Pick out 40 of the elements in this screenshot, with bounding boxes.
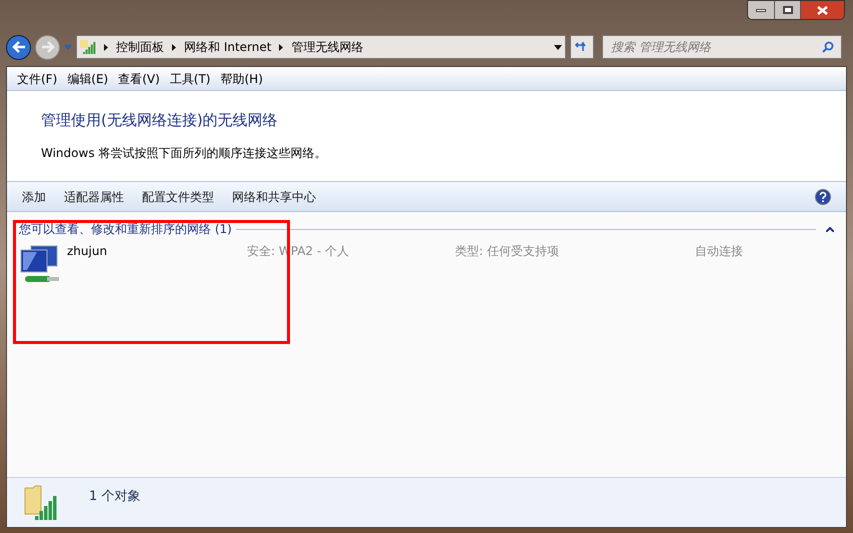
signal-bars-icon — [80, 40, 96, 54]
close-button[interactable] — [800, 1, 844, 19]
menu-item[interactable]: 查看(V) — [118, 70, 160, 88]
page-subtitle: Windows 将尝试按照下面所列的顺序连接这些网络。 — [41, 144, 328, 162]
page-title: 管理使用(无线网络连接)的无线网络 — [41, 110, 279, 131]
connection-mode: 自动连接 — [695, 243, 743, 260]
menu-item[interactable]: 工具(T) — [170, 70, 210, 88]
address-bar[interactable]: 控制面板 网络和 Internet 管理无线网络 — [76, 35, 566, 59]
toolbar-button[interactable]: 适配器属性 — [64, 188, 124, 206]
network-name[interactable]: zhujun — [67, 242, 247, 286]
breadcrumb-arrow-icon — [172, 44, 176, 50]
forward-button[interactable] — [35, 34, 60, 60]
status-text: 1 个对象 — [89, 488, 140, 506]
toolbar-button[interactable]: 网络和共享中心 — [232, 188, 316, 206]
folder-signal-icon — [23, 484, 59, 522]
breadcrumb-item[interactable]: 控制面板 — [116, 38, 164, 56]
menu-item[interactable]: 帮助(H) — [220, 70, 263, 88]
help-icon[interactable] — [815, 188, 831, 204]
maximize-button[interactable] — [774, 1, 800, 19]
back-arrow-icon — [12, 41, 26, 53]
forward-arrow-icon — [40, 41, 54, 53]
type-label: 类型: 任何受支持项 — [455, 243, 560, 260]
breadcrumb-item[interactable]: 管理无线网络 — [291, 38, 364, 56]
minimize-button[interactable] — [748, 1, 774, 19]
dropdown-caret-icon — [554, 44, 562, 50]
search-icon — [822, 41, 834, 53]
group-header[interactable]: 您可以查看、修改和重新排序的网络 (1) — [19, 220, 232, 238]
search-field[interactable]: 搜索 管理无线网络 — [602, 35, 842, 59]
toolbar-button[interactable]: 配置文件类型 — [142, 188, 214, 206]
close-icon — [817, 6, 828, 14]
menu-item[interactable]: 文件(F) — [17, 70, 58, 88]
menu-item[interactable]: 编辑(E) — [67, 70, 108, 88]
breadcrumb-item[interactable]: 网络和 Internet — [184, 38, 272, 56]
breadcrumb-arrow-icon — [279, 44, 284, 50]
refresh-button[interactable] — [570, 35, 594, 59]
dropdown-caret-icon — [64, 44, 72, 50]
collapse-chevron-icon[interactable] — [826, 226, 834, 232]
back-button[interactable] — [6, 34, 31, 60]
toolbar-button[interactable]: 添加 — [22, 188, 46, 206]
breadcrumb-arrow-icon — [104, 44, 108, 50]
